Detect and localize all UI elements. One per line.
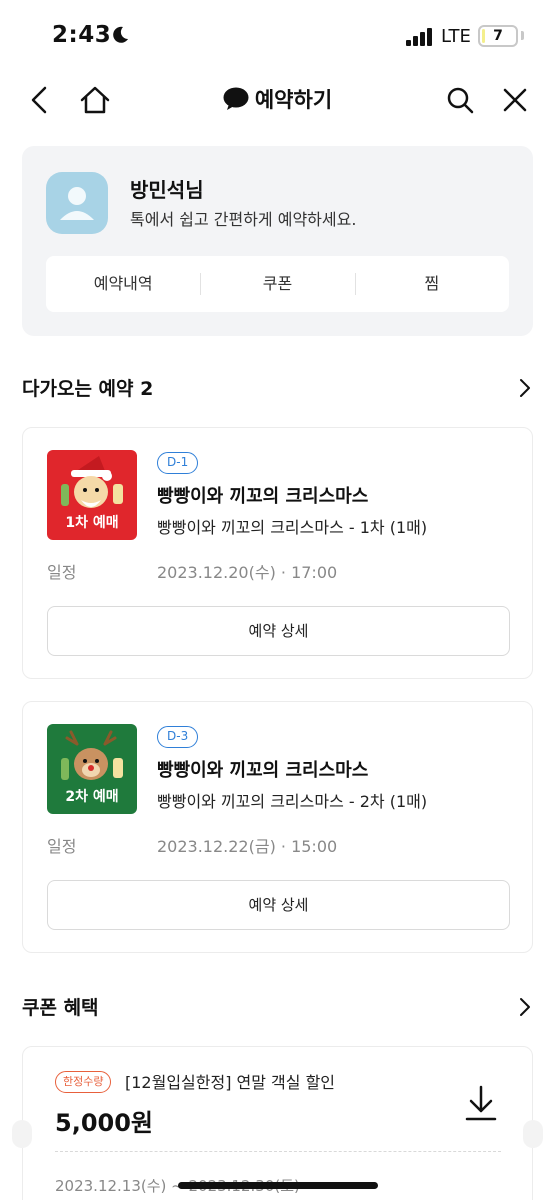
tab-favorites[interactable]: 찜 [354,256,509,312]
coupon-section-header[interactable]: 쿠폰 혜택 [22,993,533,1023]
dday-badge: D-3 [157,726,199,748]
upcoming-section-header[interactable]: 다가오는 예약 2 [22,374,533,404]
schedule-value: 2023.12.20(수) · 17:00 [157,563,338,582]
event-poster: 2차 예매 [47,724,137,814]
coupon-name: [12월입실한정] 연말 객실 할인 [125,1073,336,1092]
profile-tabs: 예약내역 쿠폰 찜 [46,256,509,312]
user-name: 방민석님 [130,178,204,202]
moon-icon [113,26,128,43]
event-subtitle: 빵빵이와 끼꼬의 크리스마스 - 2차 (1매) [157,792,428,811]
event-title: 빵빵이와 끼꼬의 크리스마스 [157,760,369,781]
poster-label: 2차 예매 [65,789,119,805]
coupon-notch [523,1120,543,1148]
schedule-value: 2023.12.22(금) · 15:00 [157,837,338,856]
chat-bubble-icon [223,87,249,110]
tab-coupons[interactable]: 쿠폰 [200,256,354,312]
nav-bar: 예약하기 [0,72,555,128]
limited-quantity-badge: 한정수량 [55,1071,112,1093]
home-indicator [178,1182,378,1189]
schedule-label: 일정 [47,563,77,582]
poster-label: 1차 예매 [65,515,119,531]
coupon-card[interactable]: 한정수량 [12월입실한정] 연말 객실 할인 5,000원 2023.12.1… [22,1046,533,1200]
event-poster: 1차 예매 [47,450,137,540]
profile-subtitle: 톡에서 쉽고 간편하게 예약하세요. [130,210,357,229]
reservation-card[interactable]: 1차 예매 D-1 빵빵이와 끼꼬의 크리스마스 빵빵이와 끼꼬의 크리스마스 … [22,427,533,679]
coupon-divider [55,1151,501,1152]
upcoming-section-title: 다가오는 예약 2 [22,378,154,400]
battery-nub [521,31,524,40]
battery-icon: 7 [478,25,518,47]
user-silhouette-icon [60,187,94,220]
download-icon[interactable] [461,1083,501,1125]
schedule-label: 일정 [47,837,77,856]
reservation-card[interactable]: 2차 예매 D-3 빵빵이와 끼꼬의 크리스마스 빵빵이와 끼꼬의 크리스마스 … [22,701,533,953]
page-title-text: 예약하기 [254,88,333,112]
coupon-section-title: 쿠폰 혜택 [22,997,99,1019]
chevron-right-icon[interactable] [517,376,533,400]
status-time: 2:43 [52,22,112,48]
tab-reservation-history[interactable]: 예약내역 [46,256,200,312]
signal-icon [406,28,432,46]
network-type: LTE [441,26,471,47]
coupon-amount: 5,000원 [55,1109,153,1137]
reservation-detail-button[interactable]: 예약 상세 [47,606,510,656]
coupon-notch [12,1120,32,1148]
reservation-detail-button[interactable]: 예약 상세 [47,880,510,930]
status-bar: 2:43 LTE 7 [0,0,555,70]
battery-percent: 7 [493,28,503,44]
avatar[interactable] [46,172,108,234]
event-title: 빵빵이와 끼꼬의 크리스마스 [157,486,369,507]
search-icon[interactable] [442,82,478,118]
profile-card: 방민석님 톡에서 쉽고 간편하게 예약하세요. 예약내역 쿠폰 찜 [22,146,533,336]
event-subtitle: 빵빵이와 끼꼬의 크리스마스 - 1차 (1매) [157,518,428,537]
chevron-right-icon[interactable] [517,995,533,1019]
dday-badge: D-1 [157,452,199,474]
close-icon[interactable] [497,82,533,118]
